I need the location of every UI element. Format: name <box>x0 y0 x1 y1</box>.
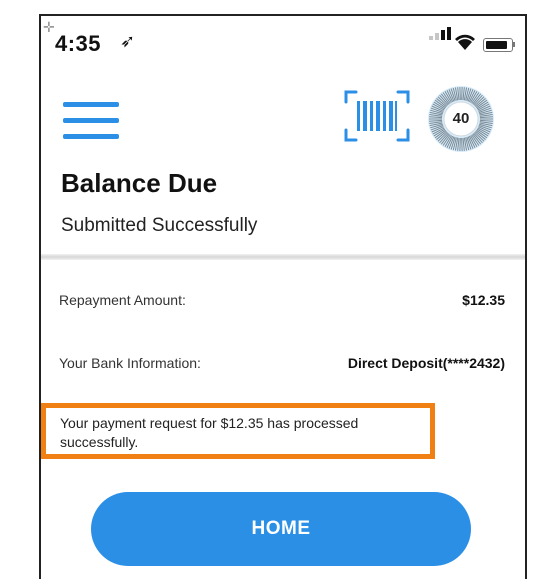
repayment-amount-label: Repayment Amount: <box>59 292 186 308</box>
page-subtitle: Submitted Successfully <box>61 215 258 236</box>
notice-line-1: Your payment request for $12.35 has proc… <box>60 415 359 431</box>
repayment-amount-value: $12.35 <box>462 292 505 308</box>
notice-line-2: successfully. <box>60 434 139 450</box>
home-button[interactable]: HOME <box>91 492 471 566</box>
countdown-timer[interactable]: 40 <box>426 84 496 154</box>
location-arrow-icon: ➶ <box>120 31 136 51</box>
timer-value: 40 <box>452 110 470 127</box>
phone-screen: ✛ 4:35 ➶ 40 Balance Due Submitted Succes… <box>39 14 527 579</box>
crosshair-icon: ✛ <box>43 19 55 35</box>
hamburger-menu-button[interactable] <box>63 102 119 142</box>
barcode-scan-icon[interactable] <box>344 88 410 144</box>
bank-info-label: Your Bank Information: <box>59 355 201 371</box>
battery-nub <box>513 42 515 47</box>
battery-icon <box>483 38 513 52</box>
status-bar: ✛ 4:35 ➶ <box>41 16 525 66</box>
screenshot-frame: ✛ 4:35 ➶ 40 Balance Due Submitted Succes… <box>0 0 550 579</box>
payment-confirmation-notice: Your payment request for $12.35 has proc… <box>41 403 435 459</box>
bank-info-value: Direct Deposit(****2432) <box>347 355 505 371</box>
page-title: Balance Due <box>61 168 218 198</box>
wifi-icon <box>455 34 475 50</box>
section-divider <box>41 254 525 260</box>
status-time: 4:35 <box>55 31 102 56</box>
